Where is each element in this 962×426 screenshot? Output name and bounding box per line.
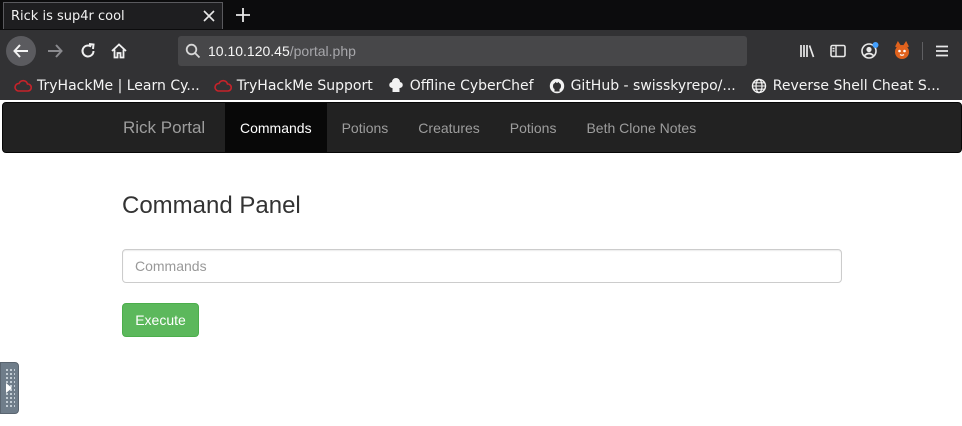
bookmark-label: Reverse Shell Cheat S...	[772, 78, 941, 94]
nav-potions-2[interactable]: Potions	[495, 103, 572, 152]
url-path: /portal.php	[289, 43, 356, 59]
page-title: Command Panel	[122, 192, 301, 219]
new-tab-icon[interactable]	[231, 3, 255, 27]
nav-links: Commands Potions Creatures Potions Beth …	[225, 103, 711, 152]
side-panel-handle[interactable]	[0, 362, 19, 414]
browser-toolbar: 10.10.120.45/portal.php	[0, 30, 962, 72]
tab-strip: Rick is sup4r cool	[0, 0, 962, 30]
nav-potions[interactable]: Potions	[327, 103, 404, 152]
navbar-brand[interactable]: Rick Portal	[123, 103, 205, 152]
bookmark-label: GitHub - swisskyrepo/...	[570, 78, 736, 94]
search-icon	[178, 43, 208, 59]
sidebar-icon[interactable]	[824, 36, 852, 66]
forward-arrow-icon	[48, 44, 63, 58]
bookmark-tryhackme[interactable]: TryHackMe | Learn Cy...	[10, 74, 204, 98]
page-content: Rick Portal Commands Potions Creatures P…	[0, 100, 962, 426]
tryhackme-icon	[14, 78, 32, 94]
back-arrow-icon	[13, 44, 28, 58]
bookmark-cyberchef[interactable]: Offline CyberChef	[383, 74, 538, 98]
bookmark-label: TryHackMe | Learn Cy...	[37, 78, 200, 94]
extension-icon[interactable]	[888, 36, 916, 66]
tryhackme-icon	[214, 78, 232, 94]
site-navbar: Rick Portal Commands Potions Creatures P…	[2, 102, 962, 153]
forward-button[interactable]	[40, 36, 70, 66]
library-icon[interactable]	[794, 36, 822, 66]
back-button[interactable]	[6, 36, 36, 66]
chef-hat-icon	[387, 78, 405, 94]
toolbar-separator	[922, 42, 923, 60]
menu-icon[interactable]	[928, 36, 956, 66]
bookmarks-bar: TryHackMe | Learn Cy... TryHackMe Suppor…	[0, 72, 962, 100]
url-host: 10.10.120.45	[208, 43, 290, 59]
nav-commands[interactable]: Commands	[225, 103, 327, 152]
home-button[interactable]	[104, 36, 134, 66]
globe-icon	[750, 78, 768, 94]
bookmark-label: Offline CyberChef	[409, 78, 534, 94]
home-icon	[111, 43, 127, 59]
tab-title: Rick is sup4r cool	[11, 8, 125, 24]
commands-input[interactable]	[122, 249, 842, 283]
account-icon[interactable]	[856, 36, 884, 66]
bookmark-reverse-shell[interactable]: Reverse Shell Cheat S...	[746, 74, 944, 98]
bookmark-github[interactable]: GitHub - swisskyrepo/...	[544, 74, 740, 98]
url-bar[interactable]: 10.10.120.45/portal.php	[178, 36, 747, 66]
bookmark-tryhackme-support[interactable]: TryHackMe Support	[210, 74, 377, 98]
execute-button[interactable]: Execute	[122, 303, 199, 337]
bookmark-label: TryHackMe Support	[236, 78, 373, 94]
reload-button[interactable]	[73, 36, 103, 66]
close-icon[interactable]	[196, 3, 222, 29]
nav-creatures[interactable]: Creatures	[403, 103, 494, 152]
reload-icon	[81, 43, 95, 58]
github-icon	[548, 78, 566, 94]
browser-tab[interactable]: Rick is sup4r cool	[3, 2, 223, 29]
nav-beth-clone-notes[interactable]: Beth Clone Notes	[571, 103, 711, 152]
expand-arrow-icon	[6, 383, 12, 393]
